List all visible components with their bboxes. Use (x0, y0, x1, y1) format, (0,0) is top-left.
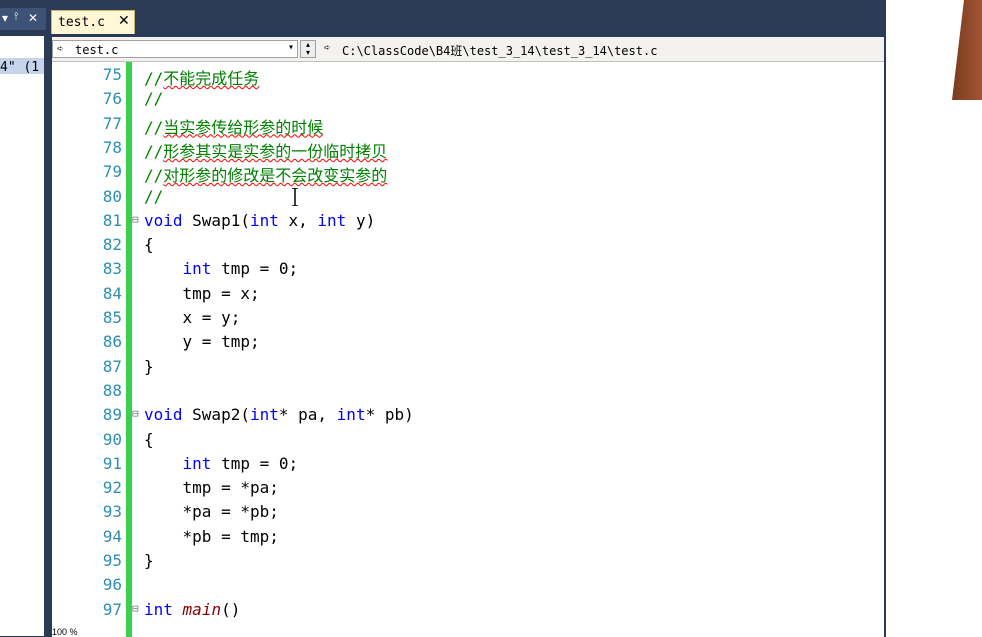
line-number: 84 (102, 283, 122, 303)
line-number: 86 (102, 332, 122, 352)
code-text: void Swap1(int x, int y) (144, 210, 376, 230)
code-text: int tmp = 0; (182, 453, 299, 473)
code-line[interactable]: 93 *pa = *pb; (52, 500, 884, 524)
code-line[interactable]: 80 // (52, 185, 884, 209)
code-line[interactable]: 86 y = tmp; (52, 330, 884, 354)
line-number: 94 (102, 526, 122, 546)
code-line[interactable]: 85 x = y; (52, 306, 884, 330)
close-icon[interactable]: ✕ (28, 11, 38, 25)
path-combo[interactable]: ➪ C:\ClassCode\B4班\test_3_14\test_3_14\t… (320, 40, 884, 58)
line-number: 80 (102, 186, 122, 206)
code-line[interactable]: 79 //对形参的修改是不会改变实参的 (52, 160, 884, 186)
line-number: 76 (102, 89, 122, 109)
code-text: // (144, 186, 164, 206)
line-number: 89 (102, 405, 122, 425)
code-text: tmp = *pa; (144, 478, 279, 498)
code-text: { (144, 235, 154, 255)
line-number: 75 (102, 65, 122, 84)
fold-toggle-icon[interactable]: ⊟ (132, 213, 141, 226)
file-combo[interactable]: ➪ test.c ▾ (52, 40, 298, 58)
code-text: int main() (144, 599, 241, 619)
code-text: } (144, 356, 154, 376)
code-editor[interactable]: 75 //不能完成任务 76 // 77 //当实参传给形参的时候 78 //形参其实是实参的… (52, 62, 884, 637)
arrow-right-icon: ➪ (57, 42, 64, 55)
code-text: x = y; (144, 308, 241, 327)
code-line[interactable]: 76 // (52, 87, 884, 111)
navigation-bar: ➪ test.c ▾ ▴ ▾ ➪ C:\ClassCode\B4班\test_3_… (52, 37, 884, 62)
fold-toggle-icon[interactable]: ⊟ (132, 602, 141, 615)
tab-close-icon[interactable]: ✕ (118, 13, 130, 29)
code-text: int tmp = 0; (182, 259, 299, 279)
line-number: 96 (102, 575, 122, 595)
line-number: 81 (102, 210, 122, 230)
line-number: 85 (102, 308, 122, 327)
line-number: 87 (102, 356, 122, 376)
code-text: tmp = x; (144, 283, 260, 303)
code-line[interactable]: 87} (52, 355, 884, 379)
file-combo-label: test.c (75, 43, 119, 57)
code-text: void Swap2(int* pa, int* pb) (144, 405, 414, 425)
code-line[interactable]: 89 ⊟ void Swap2(int* pa, int* pb) (52, 403, 884, 427)
code-text: { (144, 429, 154, 449)
arrow-right-icon: ➪ (324, 41, 331, 54)
code-line[interactable]: 97 ⊟ int main() (52, 598, 884, 622)
left-panel-text: 4" (1 (0, 60, 40, 75)
chevron-down-icon[interactable]: ▾ (288, 42, 294, 53)
line-number: 95 (102, 551, 122, 570)
path-label: C:\ClassCode\B4班\test_3_14\test_3_14\tes… (342, 44, 658, 58)
line-number: 93 (102, 502, 122, 522)
line-number: 82 (102, 235, 122, 255)
code-line[interactable]: 84 tmp = x; (52, 282, 884, 306)
line-number: 91 (102, 453, 122, 473)
split-spinner[interactable]: ▴ ▾ (300, 40, 316, 58)
line-number: 79 (102, 162, 122, 182)
code-line[interactable]: 92 tmp = *pa; (52, 476, 884, 500)
code-line[interactable]: 88 (52, 379, 884, 403)
code-text: y = tmp; (144, 332, 260, 352)
tab-label: test.c (58, 15, 105, 30)
line-number: 97 (102, 599, 122, 619)
line-number: 88 (102, 380, 122, 400)
zoom-level[interactable]: 100 % (52, 627, 252, 637)
code-text: //不能完成任务 (144, 69, 260, 88)
code-line[interactable]: 78 //形参其实是实参的一份临时拷贝 (52, 136, 884, 161)
line-number: 78 (102, 137, 122, 157)
code-line[interactable]: 77 //当实参传给形参的时候 (52, 112, 884, 137)
code-line[interactable]: 90 { (52, 428, 884, 452)
pin-icon[interactable]: ⫯ (14, 11, 18, 22)
code-text: //形参其实是实参的一份临时拷贝 (144, 141, 388, 161)
code-text: } (144, 551, 154, 570)
code-text: //对形参的修改是不会改变实参的 (144, 166, 388, 186)
left-panel-content: 4" (1 (0, 36, 44, 636)
line-number: 83 (102, 259, 122, 279)
dropdown-icon[interactable]: ▾ (2, 11, 8, 25)
line-number: 77 (102, 113, 122, 133)
change-tracking-bar (126, 62, 132, 637)
code-line[interactable]: 75 //不能完成任务 (52, 63, 884, 88)
left-dock-panel: ▾ ⫯ ✕ 4" (1 (0, 0, 46, 637)
text-cursor-icon (292, 188, 298, 206)
code-text: *pb = tmp; (144, 526, 279, 546)
code-text: *pa = *pb; (144, 502, 279, 522)
line-number: 92 (102, 478, 122, 498)
code-text: // (144, 89, 164, 109)
line-number: 90 (102, 429, 122, 449)
code-line[interactable]: 81 ⊟ void Swap1(int x, int y) (52, 209, 884, 233)
code-line[interactable]: 95} (52, 549, 884, 573)
code-line[interactable]: 83 int tmp = 0; (52, 257, 884, 281)
code-line[interactable]: 82 { (52, 233, 884, 257)
code-line[interactable]: 96 (52, 573, 884, 597)
code-line[interactable]: 94 *pb = tmp; (52, 525, 884, 549)
tab-test-c[interactable]: test.c ✕ (51, 10, 135, 34)
left-panel-titlebar: ▾ ⫯ ✕ (0, 8, 46, 30)
fold-toggle-icon[interactable]: ⊟ (132, 407, 141, 420)
code-line[interactable]: 91 int tmp = 0; (52, 452, 884, 476)
code-text: //当实参传给形参的时候 (144, 117, 324, 137)
